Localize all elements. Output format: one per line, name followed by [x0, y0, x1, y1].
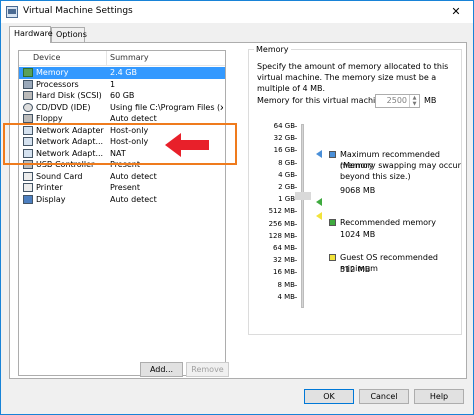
recommended-swatch	[329, 219, 336, 226]
scale-tick	[293, 138, 297, 140]
vm-settings-window: Virtual Machine Settings ✕ Hardware Opti…	[0, 0, 474, 415]
scale-label: 32 MB	[273, 256, 295, 265]
device-row[interactable]: Display Auto detect	[19, 194, 225, 206]
remove-button[interactable]: Remove	[186, 362, 229, 377]
memory-icon	[23, 68, 33, 77]
scale-label: 128 MB	[268, 231, 295, 240]
device-name: Sound Card	[36, 171, 83, 181]
scale-tick	[293, 223, 297, 225]
scale-tick	[293, 235, 297, 237]
column-divider[interactable]	[106, 51, 107, 66]
scale-label: 64 MB	[273, 244, 295, 252]
device-summary: 60 GB	[110, 91, 135, 100]
processor-icon	[23, 79, 33, 89]
device-summary: Auto detect	[110, 171, 157, 181]
memory-input[interactable]: 2500 ▲ ▼	[375, 94, 420, 108]
memory-unit: MB	[424, 96, 437, 105]
device-row[interactable]: Memory 2.4 GB	[19, 67, 225, 79]
scale-label: 16 MB	[273, 268, 295, 277]
scale-tick	[293, 248, 297, 249]
scale-tick	[293, 211, 297, 213]
max-recommended-value: 9068 MB	[340, 186, 376, 195]
scale-label: 256 MB	[268, 219, 295, 228]
scale-tick	[293, 174, 297, 176]
scale-label: 4 MB	[277, 292, 295, 301]
printer-icon	[23, 183, 33, 192]
scale-label: 16 GB	[273, 146, 295, 155]
max-recommended-swatch	[329, 151, 336, 158]
memory-slider-thumb[interactable]	[295, 192, 311, 200]
scale-label: 512 MB	[268, 207, 295, 216]
device-name: Printer	[36, 183, 63, 192]
close-icon[interactable]: ✕	[443, 3, 469, 21]
max-recommended-marker	[316, 150, 322, 158]
memory-group-title: Memory	[254, 45, 291, 54]
scale-tick	[293, 296, 297, 298]
device-name: Memory	[36, 68, 69, 77]
recommended-marker	[316, 198, 322, 206]
scale-tick	[293, 150, 297, 152]
memory-field-label: Memory for this virtual machine:	[257, 96, 388, 105]
vm-settings-icon	[6, 6, 18, 18]
device-summary: 2.4 GB	[110, 68, 137, 77]
scale-tick	[293, 126, 297, 127]
max-recommended-note: (Memory swapping may occur beyond this s…	[340, 161, 461, 181]
device-name: Hard Disk (SCSI)	[36, 91, 102, 100]
ok-button[interactable]: OK	[304, 389, 354, 404]
scale-label: 8 GB	[278, 158, 295, 167]
sound-card-icon	[23, 171, 33, 181]
hardware-panel: Device Summary Memory 2.4 GB Processors 1 Ha…	[9, 42, 467, 379]
scale-label: 1 GB	[278, 195, 295, 204]
device-summary: 1	[110, 79, 116, 89]
device-name: CD/DVD (IDE)	[36, 102, 91, 112]
scale-label: 32 GB	[273, 134, 295, 143]
scale-label: 4 GB	[278, 170, 295, 179]
hard-disk-icon	[23, 91, 33, 100]
memory-spinner[interactable]: ▲ ▼	[409, 95, 419, 107]
cd-dvd-icon	[23, 102, 33, 112]
device-list[interactable]: Device Summary Memory 2.4 GB Processors 1 Ha…	[18, 50, 226, 376]
scale-tick	[293, 272, 297, 274]
column-summary[interactable]: Summary	[110, 53, 149, 62]
guest-minimum-value: 512 MB	[340, 265, 371, 274]
memory-group: Memory Specify the amount of memory allo…	[248, 45, 462, 335]
scale-label: 2 GB	[278, 183, 295, 191]
tab-options[interactable]: Options	[51, 27, 87, 43]
scale-label: 64 GB	[273, 122, 295, 130]
scale-tick	[293, 284, 297, 286]
device-name: Processors	[36, 79, 79, 89]
device-summary: Present	[110, 183, 141, 192]
memory-description: Specify the amount of memory allocated t…	[257, 62, 449, 93]
scale-label: 8 MB	[277, 280, 295, 289]
device-row[interactable]: Processors 1	[19, 79, 225, 91]
device-summary: Using file C:\Program Files (x...	[110, 102, 223, 112]
device-name: Display	[36, 194, 66, 204]
device-summary: Auto detect	[110, 194, 157, 204]
help-button[interactable]: Help	[414, 389, 464, 404]
device-row[interactable]: Hard Disk (SCSI) 60 GB	[19, 90, 225, 102]
floppy-icon	[23, 114, 33, 123]
device-row[interactable]: Printer Present	[19, 182, 225, 194]
scale-tick	[293, 260, 297, 262]
title-bar: Virtual Machine Settings ✕	[1, 1, 473, 23]
column-device[interactable]: Device	[33, 53, 60, 62]
device-row[interactable]: CD/DVD (IDE) Using file C:\Program Files …	[19, 102, 225, 114]
device-row[interactable]: Sound Card Auto detect	[19, 171, 225, 183]
window-title: Virtual Machine Settings	[23, 6, 133, 16]
tab-hardware[interactable]: Hardware	[9, 26, 53, 43]
cancel-button[interactable]: Cancel	[359, 389, 409, 404]
guest-minimum-swatch	[329, 254, 336, 261]
add-button[interactable]: Add...	[140, 362, 183, 377]
memory-value: 2500	[386, 96, 407, 105]
scale-tick	[293, 162, 297, 164]
recommended-value: 1024 MB	[340, 230, 376, 239]
scale-tick	[293, 187, 297, 188]
annotation-arrow-icon	[165, 133, 209, 157]
guest-minimum-marker	[316, 212, 322, 220]
display-icon	[23, 194, 33, 204]
recommended-label: Recommended memory	[340, 218, 437, 227]
memory-slider-track[interactable]	[301, 124, 304, 308]
device-list-header: Device Summary	[19, 51, 225, 66]
